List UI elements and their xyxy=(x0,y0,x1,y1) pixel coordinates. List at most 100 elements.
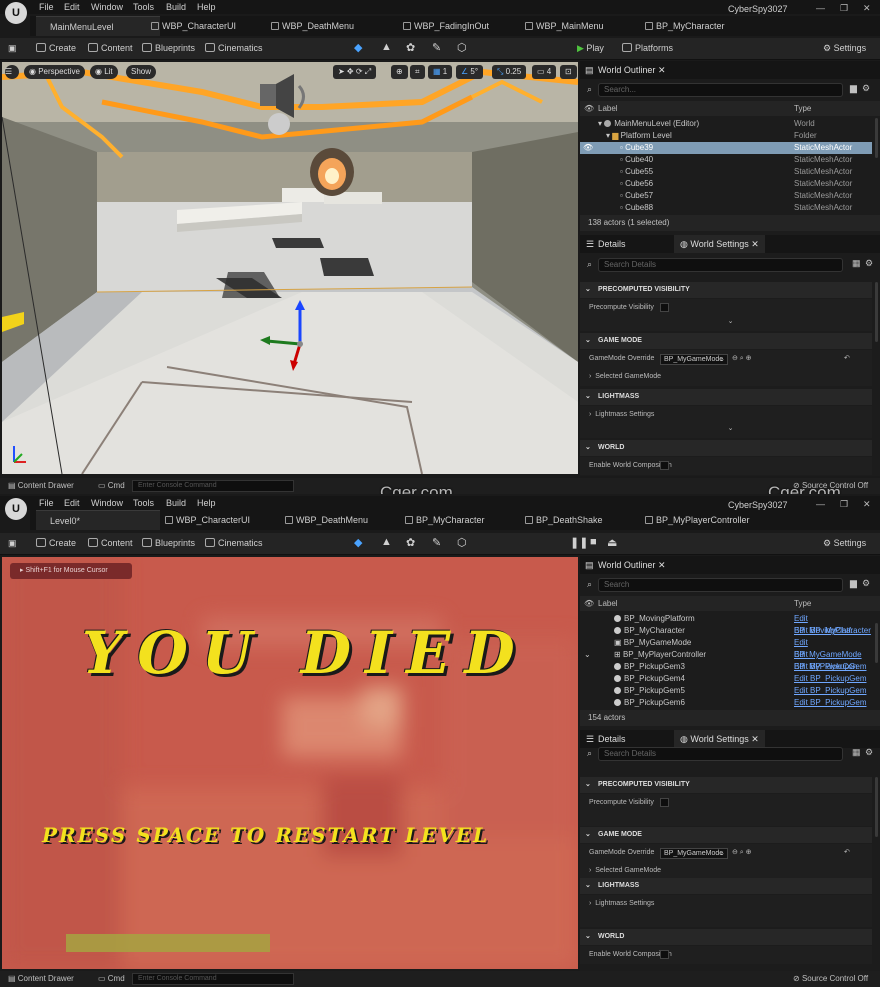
outliner-row[interactable]: BP_PickupGem3 Edit BP_PickupGem xyxy=(580,661,872,673)
grid-view-icon[interactable]: ▦ xyxy=(852,747,861,758)
visibility-column-icon[interactable]: 👁 xyxy=(584,101,594,116)
outliner-row[interactable]: ▫ Cube40 StaticMeshActor xyxy=(580,154,872,166)
console-input[interactable]: Enter Console Command xyxy=(132,973,294,985)
cmd-button[interactable]: ▭ Cmd xyxy=(98,971,125,987)
gear-icon[interactable]: ⚙ xyxy=(862,83,870,94)
outliner-search-input[interactable]: Search... xyxy=(598,83,843,97)
menu-build[interactable]: Build xyxy=(166,498,186,508)
precompute-checkbox[interactable] xyxy=(660,303,669,312)
tab-wbp-deathmenu[interactable]: WBP_DeathMenu xyxy=(268,16,354,36)
grid-view-icon[interactable]: ▦ xyxy=(852,258,861,269)
select-mode-icon[interactable]: ◆ xyxy=(354,41,362,54)
play-button[interactable]: ▶ Play xyxy=(577,43,604,54)
precompute-checkbox[interactable] xyxy=(660,798,669,807)
tab-details[interactable]: Details xyxy=(598,734,626,744)
settings-button[interactable]: ⚙ Settings xyxy=(823,538,866,549)
outliner-row[interactable]: ▫ Cube88 StaticMeshActor xyxy=(580,202,872,214)
menu-file[interactable]: File xyxy=(39,498,54,508)
outliner-row[interactable]: ▫ Cube57 StaticMeshActor xyxy=(580,190,872,202)
gear-icon[interactable]: ⚙ xyxy=(865,258,873,269)
section-game-mode[interactable]: ⌄ GAME MODE xyxy=(580,827,872,843)
menu-help[interactable]: Help xyxy=(197,498,216,508)
section-world[interactable]: ⌄ WORLD xyxy=(580,440,872,456)
console-input[interactable]: Enter Console Command xyxy=(132,480,294,492)
gear-icon[interactable]: ⚙ xyxy=(865,747,873,758)
tab-wbp-deathmenu[interactable]: WBP_DeathMenu xyxy=(282,510,368,530)
minimize-icon[interactable]: — xyxy=(816,3,825,13)
cinematics-button[interactable]: Cinematics xyxy=(205,43,263,53)
type-column[interactable]: Type xyxy=(794,101,811,116)
world-composition-checkbox[interactable] xyxy=(660,461,669,470)
tab-wbp-fadinginout[interactable]: WBP_FadingInOut xyxy=(400,16,489,36)
close-tab-icon[interactable]: ✕ xyxy=(749,239,759,249)
expand-advanced-icon[interactable]: ⌄ xyxy=(580,424,872,438)
cinematics-button[interactable]: Cinematics xyxy=(205,538,263,548)
folder-icon[interactable]: ▆ xyxy=(850,83,857,94)
tab-bp-deathshake[interactable]: BP_DeathShake xyxy=(522,510,603,530)
grid-snap-button[interactable]: ▦ 1 xyxy=(428,65,453,79)
landscape-mode-icon[interactable]: ▲ xyxy=(381,41,392,53)
foliage-mode-icon[interactable]: ✿ xyxy=(406,536,415,549)
tab-details[interactable]: Details xyxy=(598,239,626,249)
eject-icon[interactable]: ⏏ xyxy=(607,536,617,549)
surface-snap-icon[interactable]: ⌗ xyxy=(410,65,425,79)
prop-selected-gamemode[interactable]: › Selected GameMode xyxy=(580,368,872,386)
blueprints-button[interactable]: Blueprints xyxy=(142,538,195,548)
scale-snap-button[interactable]: ⤡ 0.25 xyxy=(492,65,527,79)
lit-button[interactable]: ◉ Lit xyxy=(90,65,118,79)
outliner-row[interactable]: BP_PickupGem4 Edit BP_PickupGem xyxy=(580,673,872,685)
section-precomputed-visibility[interactable]: ⌄ PRECOMPUTED VISIBILITY xyxy=(580,777,872,793)
menu-build[interactable]: Build xyxy=(166,2,186,12)
content-drawer-button[interactable]: ▤ Content Drawer xyxy=(8,971,74,987)
section-game-mode[interactable]: ⌄ GAME MODE xyxy=(580,333,872,349)
menu-tools[interactable]: Tools xyxy=(133,2,154,12)
reset-icon[interactable]: ↶ xyxy=(844,350,850,368)
gamemode-dropdown[interactable]: BP_MyGameMode ⌄ xyxy=(660,848,728,859)
prop-lightmass-settings[interactable]: › Lightmass Settings xyxy=(580,895,872,913)
reset-icon[interactable]: ↶ xyxy=(844,844,850,862)
save-icon[interactable]: ▣ xyxy=(8,43,17,54)
close-icon[interactable]: ✕ xyxy=(863,3,871,14)
outliner-row[interactable]: BP_MovingPlatform Edit BP_MovingPlatf... xyxy=(580,613,872,635)
outliner-row[interactable]: BP_PickupGem6 Edit BP_PickupGem xyxy=(580,697,872,709)
section-precomputed-visibility[interactable]: ⌄ PRECOMPUTED VISIBILITY xyxy=(580,282,872,298)
world-composition-checkbox[interactable] xyxy=(660,950,669,959)
expand-advanced-icon[interactable]: ⌄ xyxy=(580,317,872,331)
cmd-button[interactable]: ▭ Cmd xyxy=(98,478,125,494)
menu-tools[interactable]: Tools xyxy=(133,498,154,508)
select-mode-icon[interactable]: ◆ xyxy=(354,536,362,549)
source-control-button[interactable]: ⊘ Source Control Off xyxy=(793,971,868,987)
outliner-scrollbar[interactable] xyxy=(875,118,878,158)
label-column[interactable]: Label xyxy=(598,596,618,611)
visibility-column-icon[interactable]: 👁 xyxy=(584,596,594,611)
platforms-button[interactable]: Platforms xyxy=(622,43,673,53)
camera-speed-button[interactable]: ▭ 4 xyxy=(532,65,557,79)
tab-bp-mycharacter[interactable]: BP_MyCharacter xyxy=(642,16,725,36)
menu-help[interactable]: Help xyxy=(197,2,216,12)
foliage-mode-icon[interactable]: ✿ xyxy=(406,41,415,54)
eye-icon[interactable]: 👁 xyxy=(583,142,593,154)
close-tab-icon[interactable]: ✕ xyxy=(749,734,759,744)
maximize-viewport-icon[interactable]: ⊡ xyxy=(560,65,577,79)
details-search-input[interactable]: Search Details xyxy=(598,747,843,761)
menu-window[interactable]: Window xyxy=(91,2,123,12)
select-tool-icon[interactable]: ➤ ✥ ⟳ ⤢ xyxy=(333,65,377,79)
outliner-row[interactable]: ▫ Cube55 StaticMeshActor xyxy=(580,166,872,178)
tab-world-settings[interactable]: ◍ World Settings ✕ xyxy=(674,235,765,253)
outliner-row-selected[interactable]: 👁 ▫ Cube39 StaticMeshActor xyxy=(580,142,872,154)
outliner-row[interactable]: ▫ Cube56 StaticMeshActor xyxy=(580,178,872,190)
section-lightmass[interactable]: ⌄ LIGHTMASS xyxy=(580,878,872,894)
tab-level0[interactable]: Level0* xyxy=(36,510,160,530)
menu-edit[interactable]: Edit xyxy=(64,2,80,12)
menu-edit[interactable]: Edit xyxy=(64,498,80,508)
tab-wbp-characterui[interactable]: WBP_CharacterUI xyxy=(162,510,250,530)
paint-mode-icon[interactable]: ✎ xyxy=(432,536,441,549)
maximize-icon[interactable]: ❐ xyxy=(840,499,848,510)
tab-mainmenulevel[interactable]: MainMenuLevel xyxy=(36,16,160,36)
outliner-row[interactable]: ⌄ ⊞ BP_MyPlayerController Edit BP_MyPlayer… xyxy=(580,649,872,671)
gamemode-dropdown[interactable]: BP_MyGameMode ⌄ xyxy=(660,354,728,365)
folder-icon[interactable]: ▆ xyxy=(850,578,857,589)
content-button[interactable]: Content xyxy=(88,538,133,548)
menu-window[interactable]: Window xyxy=(91,498,123,508)
prop-lightmass-settings[interactable]: › Lightmass Settings xyxy=(580,406,872,424)
